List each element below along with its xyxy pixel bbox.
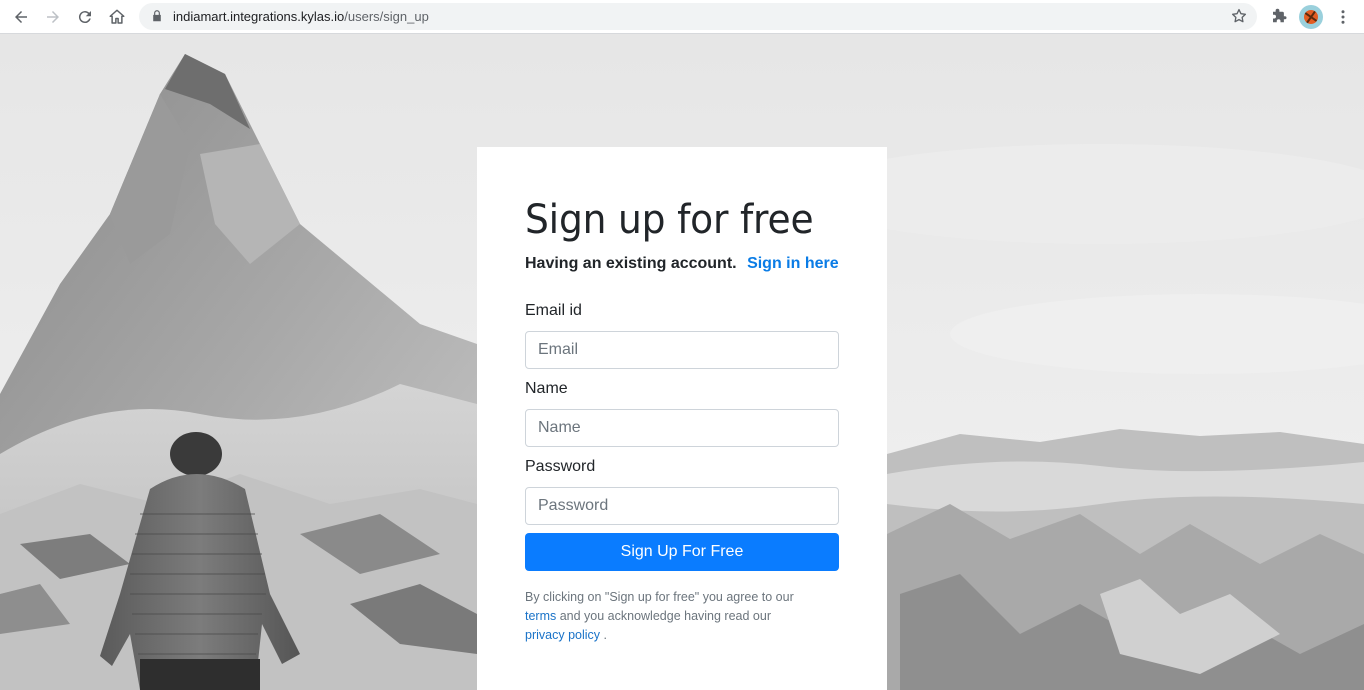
existing-account-line: Having an existing account. Sign in here bbox=[525, 255, 839, 273]
password-field[interactable] bbox=[525, 487, 839, 525]
password-label: Password bbox=[525, 458, 596, 475]
menu-kebab-icon[interactable] bbox=[1331, 5, 1355, 29]
signup-card: Sign up for free Having an existing acco… bbox=[477, 147, 887, 690]
lock-icon[interactable] bbox=[150, 9, 164, 23]
email-label: Email id bbox=[525, 302, 582, 319]
email-field[interactable] bbox=[525, 331, 839, 369]
sign-in-link[interactable]: Sign in here bbox=[747, 255, 839, 272]
terms-link[interactable]: terms bbox=[525, 609, 556, 623]
extensions-icon[interactable] bbox=[1267, 5, 1291, 29]
url-path: /users/sign_up bbox=[344, 9, 429, 24]
home-icon[interactable] bbox=[105, 5, 129, 29]
privacy-policy-link[interactable]: privacy policy bbox=[525, 628, 600, 642]
url-host: indiamart.integrations.kylas.io bbox=[173, 9, 345, 24]
star-icon[interactable] bbox=[1230, 7, 1248, 25]
sign-up-button[interactable]: Sign Up For Free bbox=[525, 533, 839, 571]
back-icon[interactable] bbox=[9, 5, 33, 29]
name-field[interactable] bbox=[525, 409, 839, 447]
reload-icon[interactable] bbox=[73, 5, 97, 29]
legal-notice: By clicking on "Sign up for free" you ag… bbox=[525, 588, 795, 645]
legal-text-1: By clicking on "Sign up for free" you ag… bbox=[525, 590, 794, 604]
name-label: Name bbox=[525, 380, 568, 397]
existing-account-text: Having an existing account. bbox=[525, 255, 737, 272]
signup-page: Sign up for free Having an existing acco… bbox=[0, 34, 1364, 690]
browser-toolbar: indiamart.integrations.kylas.io/users/si… bbox=[0, 0, 1364, 34]
url-text[interactable]: indiamart.integrations.kylas.io/users/si… bbox=[173, 9, 429, 24]
address-bar[interactable]: indiamart.integrations.kylas.io/users/si… bbox=[139, 3, 1257, 30]
page-title: Sign up for free bbox=[525, 197, 814, 243]
basketball-extension-icon[interactable] bbox=[1299, 5, 1323, 29]
legal-text-3: . bbox=[600, 628, 607, 642]
legal-text-2: and you acknowledge having read our bbox=[556, 609, 771, 623]
forward-icon[interactable] bbox=[41, 5, 65, 29]
